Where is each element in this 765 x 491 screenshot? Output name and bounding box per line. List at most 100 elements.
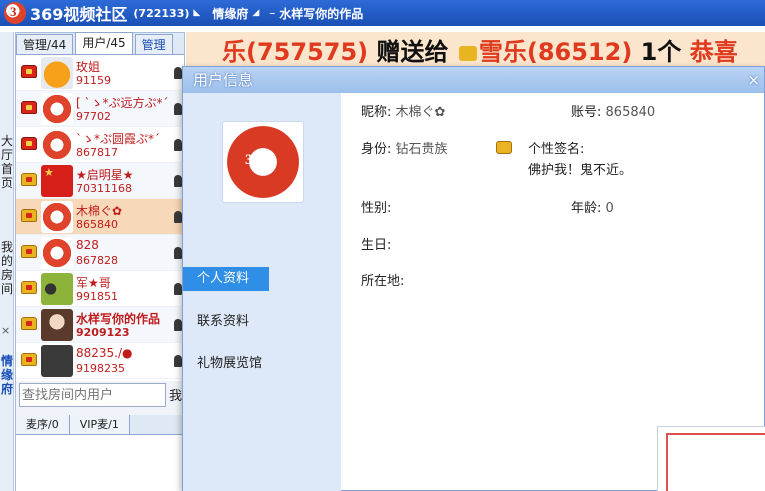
dialog-title: 用户信息 bbox=[193, 71, 254, 89]
rank-crown-icon bbox=[21, 317, 37, 330]
status-field: 身份: 钻石贵族 bbox=[361, 138, 448, 157]
mic-status-icon bbox=[174, 103, 182, 115]
marquee-count: 1个 bbox=[640, 38, 682, 66]
user-id: 991851 bbox=[76, 290, 118, 303]
current-program: 水样写你的作品 bbox=[279, 6, 364, 21]
user-list-item[interactable]: 828 867828 bbox=[16, 235, 184, 271]
dialog-close-button[interactable]: × bbox=[747, 67, 760, 93]
user-avatar bbox=[41, 273, 73, 305]
nav-hall[interactable]: 大厅首页 bbox=[0, 134, 14, 190]
signature-value: 佛护我！鬼不近。 bbox=[528, 163, 633, 178]
user-list-item[interactable]: [ `ゝ*ぷ远方ぷ*´ 97702 bbox=[16, 91, 184, 127]
tab-mic-queue[interactable]: 麦序/0 bbox=[16, 415, 70, 434]
title-bar: 369视频社区 (722133) ◣ 情缘府 ◢ – 水样写你的作品 bbox=[0, 0, 765, 26]
mic-status-icon bbox=[174, 355, 182, 367]
user-id: 97702 bbox=[76, 110, 111, 123]
status-value: 钻石贵族 bbox=[395, 142, 448, 157]
user-panel-tabs: 管理/44 用户/45 管理 bbox=[16, 32, 184, 55]
marquee-receiver: 雪乐(86512) bbox=[478, 38, 633, 66]
dialog-titlebar[interactable]: 用户信息 × bbox=[183, 67, 764, 93]
mic-status-icon bbox=[174, 139, 182, 151]
user-name: 水样写你的作品 bbox=[76, 312, 161, 326]
user-avatar bbox=[41, 93, 73, 125]
dialog-sidebar: 个人资料 联系资料 礼物展览馆 bbox=[183, 93, 341, 491]
mic-status-icon bbox=[174, 175, 182, 187]
marquee-action: 赠送给 bbox=[376, 38, 449, 66]
user-list-item[interactable]: `ゝ*ぷ圆霞ぷ*´ 867817 bbox=[16, 127, 184, 163]
user-list-item[interactable]: 88235./● 9198235 bbox=[16, 343, 184, 379]
user-name: 木棉ぐ✿ bbox=[76, 204, 123, 218]
user-avatar bbox=[41, 165, 73, 197]
crown-icon bbox=[458, 45, 477, 61]
user-name: 828 bbox=[76, 238, 99, 252]
tab-users[interactable]: 用户/45 bbox=[75, 32, 133, 54]
rank-crown-icon bbox=[21, 101, 37, 114]
nav-current-room[interactable]: 情缘府 bbox=[0, 354, 14, 396]
app-title: 369视频社区 bbox=[30, 5, 128, 24]
mic-queue-list bbox=[16, 435, 184, 491]
age-label: 年龄: bbox=[571, 201, 602, 216]
user-name: `ゝ*ぷ圆霞ぷ*´ bbox=[76, 132, 161, 146]
nickname-field: 昵称: 木棉ぐ✿ bbox=[361, 101, 445, 120]
user-id: 867817 bbox=[76, 146, 118, 159]
user-name: 88235./● bbox=[76, 346, 133, 360]
rank-crown-icon bbox=[21, 245, 37, 258]
user-id: 865840 bbox=[76, 218, 118, 231]
marquee-sender: 乐(757575) bbox=[222, 38, 369, 66]
rank-crown-icon bbox=[21, 353, 37, 366]
nav-my-room[interactable]: 我的房间 bbox=[0, 240, 14, 296]
user-avatar bbox=[41, 345, 73, 377]
room-id: (722133) bbox=[133, 6, 190, 20]
room-menu-icon[interactable]: ◢ bbox=[252, 8, 259, 18]
room-name[interactable]: 情缘府 bbox=[212, 5, 248, 22]
user-avatar bbox=[41, 309, 73, 341]
rank-crown-icon bbox=[21, 173, 37, 186]
user-avatar bbox=[41, 129, 73, 161]
app-logo-icon bbox=[4, 2, 26, 24]
mic-queue-tabs: 麦序/0 VIP麦/1 bbox=[16, 415, 184, 435]
search-me-button[interactable]: 我 bbox=[169, 385, 182, 404]
status-label: 身份: bbox=[361, 142, 392, 157]
mic-status-icon bbox=[174, 211, 182, 223]
user-id: 9198235 bbox=[76, 362, 125, 375]
account-value: 865840 bbox=[605, 105, 656, 120]
mic-status-icon bbox=[174, 247, 182, 259]
age-value: 0 bbox=[605, 201, 614, 216]
nickname-label: 昵称: bbox=[361, 105, 392, 120]
close-room-icon[interactable]: × bbox=[1, 324, 10, 337]
tab-vip-mic[interactable]: VIP麦/1 bbox=[69, 415, 130, 434]
user-id: 867828 bbox=[76, 254, 118, 267]
tab-personal-info[interactable]: 个人资料 bbox=[183, 267, 269, 291]
rank-crown-icon bbox=[21, 209, 37, 222]
marquee-congrats: 恭喜 bbox=[689, 38, 738, 66]
user-id: 70311168 bbox=[76, 182, 132, 195]
tab-manage[interactable]: 管理 bbox=[134, 34, 173, 54]
profile-avatar bbox=[222, 121, 304, 203]
user-name: 军★哥 bbox=[76, 276, 111, 290]
popup-window-corner bbox=[657, 426, 765, 491]
gender-field: 性别: bbox=[361, 197, 391, 216]
tab-gift-gallery[interactable]: 礼物展览馆 bbox=[183, 352, 341, 376]
birthday-label: 生日: bbox=[361, 238, 392, 253]
nickname-value: 木棉ぐ✿ bbox=[395, 105, 446, 120]
user-list-item[interactable]: 木棉ぐ✿ 865840 bbox=[16, 199, 184, 235]
title-separator: – bbox=[269, 6, 276, 20]
user-list-item[interactable]: 玫姐 91159 bbox=[16, 55, 184, 91]
user-search-input[interactable] bbox=[19, 383, 166, 407]
user-list-item[interactable]: 水样写你的作品 9209123 bbox=[16, 307, 184, 343]
room-dropdown-icon[interactable]: ◣ bbox=[193, 8, 200, 18]
user-list-item[interactable]: ★启明星★70311168 bbox=[16, 163, 184, 199]
user-list-item[interactable]: 军★哥 991851 bbox=[16, 271, 184, 307]
user-panel: 管理/44 用户/45 管理 玫姐 91159[ `ゝ*ぷ远方ぷ*´ 97702 `ゝ… bbox=[15, 32, 185, 491]
user-avatar bbox=[41, 237, 73, 269]
account-field: 账号: 865840 bbox=[571, 101, 655, 120]
account-label: 账号: bbox=[571, 105, 602, 120]
rank-crown-icon bbox=[21, 137, 37, 150]
tab-contact-info[interactable]: 联系资料 bbox=[183, 310, 341, 334]
user-name: [ `ゝ*ぷ远方ぷ*´ bbox=[76, 96, 169, 110]
tab-admins[interactable]: 管理/44 bbox=[16, 34, 74, 54]
user-avatar bbox=[41, 201, 73, 233]
user-id: 91159 bbox=[76, 74, 111, 87]
user-list[interactable]: 玫姐91159[ `ゝ*ぷ远方ぷ*´97702`ゝ*ぷ圆霞ぷ*´867817★启… bbox=[16, 55, 184, 381]
rank-crown-icon bbox=[21, 281, 37, 294]
